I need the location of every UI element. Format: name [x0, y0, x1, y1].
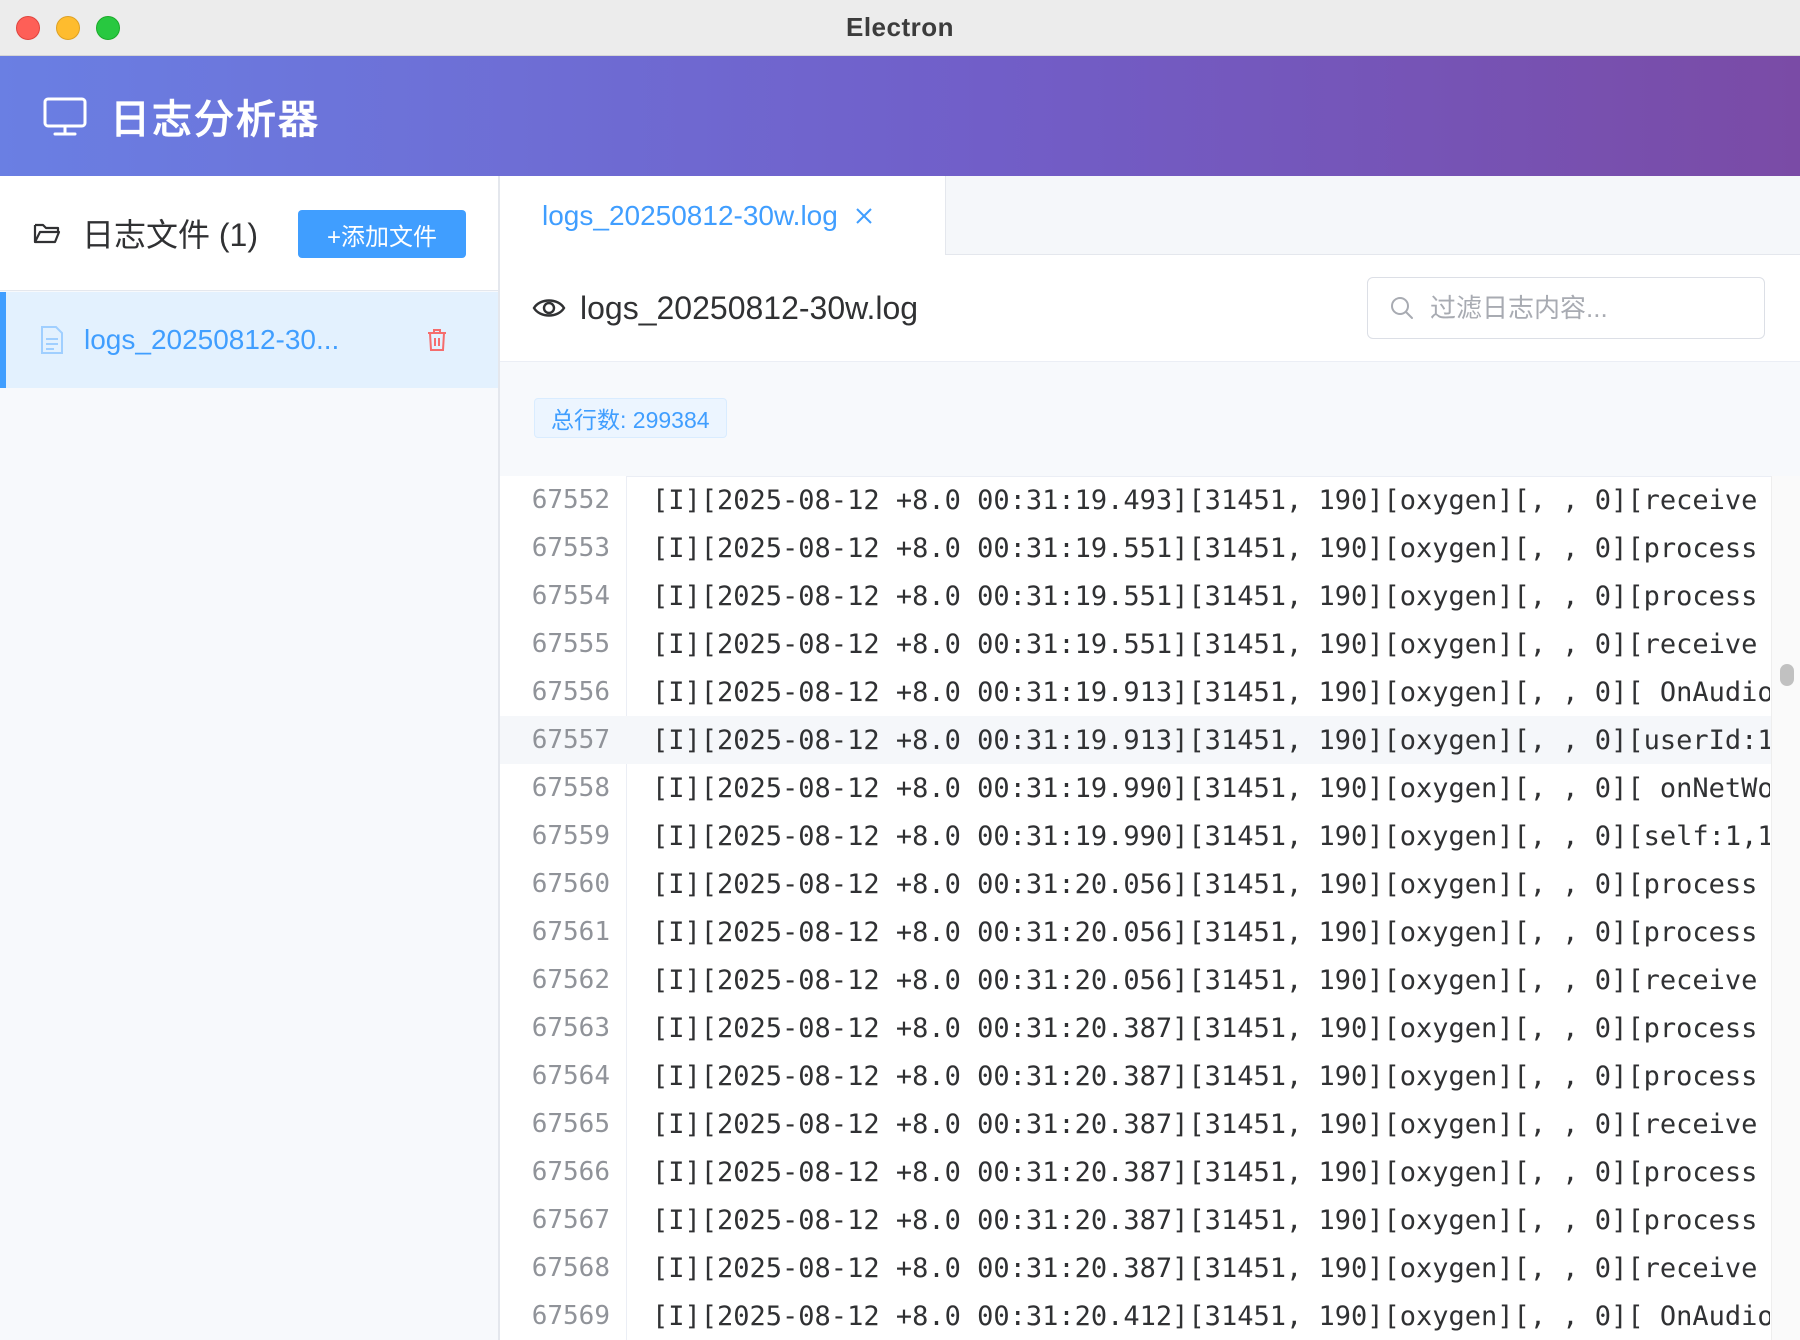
line-number: 67568	[531, 1253, 610, 1283]
app-header: 日志分析器	[0, 56, 1800, 176]
log-line[interactable]: 67565 [I][2025-08-12 +8.0 00:31:20.387][3…	[500, 1100, 1800, 1148]
line-number: 67562	[531, 965, 610, 995]
log-line[interactable]: 67568 [I][2025-08-12 +8.0 00:31:20.387][3…	[500, 1244, 1800, 1292]
line-number: 67557	[531, 725, 610, 755]
log-line-text: [I][2025-08-12 +8.0 00:31:19.551][31451,…	[652, 628, 1770, 660]
tab-log-file[interactable]: logs_20250812-30w.log	[500, 176, 946, 255]
log-line[interactable]: 67552 [I][2025-08-12 +8.0 00:31:19.493][3…	[500, 476, 1800, 524]
eye-icon	[532, 299, 566, 317]
log-line[interactable]: 67562 [I][2025-08-12 +8.0 00:31:20.056][3…	[500, 956, 1800, 1004]
log-line[interactable]: 67564 [I][2025-08-12 +8.0 00:31:20.387][3…	[500, 1052, 1800, 1100]
log-line[interactable]: 67559 [I][2025-08-12 +8.0 00:31:19.990][3…	[500, 812, 1800, 860]
vertical-scrollbar[interactable]	[1771, 476, 1800, 1340]
main-panel: logs_20250812-30w.log logs_20250812-30w.…	[500, 176, 1800, 1340]
log-line-text: [I][2025-08-12 +8.0 00:31:20.387][31451,…	[652, 1060, 1770, 1092]
scrollbar-thumb[interactable]	[1780, 664, 1794, 686]
log-line[interactable]: 67557 [I][2025-08-12 +8.0 00:31:19.913][3…	[500, 716, 1800, 764]
log-line-text: [I][2025-08-12 +8.0 00:31:20.387][31451,…	[652, 1204, 1770, 1236]
line-number: 67561	[531, 917, 610, 947]
log-line[interactable]: 67567 [I][2025-08-12 +8.0 00:31:20.387][3…	[500, 1196, 1800, 1244]
log-line-text: [I][2025-08-12 +8.0 00:31:20.056][31451,…	[652, 868, 1770, 900]
log-line-text: [I][2025-08-12 +8.0 00:31:19.493][31451,…	[652, 484, 1770, 516]
line-number: 67567	[531, 1205, 610, 1235]
log-line[interactable]: 67563 [I][2025-08-12 +8.0 00:31:20.387][3…	[500, 1004, 1800, 1052]
folder-open-icon	[33, 223, 61, 244]
sidebar-header: 日志文件 (1) +添加文件	[0, 176, 498, 291]
search-icon	[1391, 297, 1413, 319]
line-number: 67556	[531, 677, 610, 707]
file-name: logs_20250812-30...	[84, 324, 340, 355]
close-tab-icon[interactable]	[854, 206, 874, 226]
line-number: 67560	[531, 869, 610, 899]
close-window-button[interactable]	[16, 16, 40, 40]
sidebar: 日志文件 (1) +添加文件 logs_20250812-30...	[0, 176, 500, 1340]
log-line-text: [I][2025-08-12 +8.0 00:31:20.387][31451,…	[652, 1108, 1770, 1140]
log-line[interactable]: 67561 [I][2025-08-12 +8.0 00:31:20.056][3…	[500, 908, 1800, 956]
log-line-text: [I][2025-08-12 +8.0 00:31:20.412][31451,…	[652, 1300, 1770, 1332]
title-bar: Electron	[0, 0, 1800, 56]
sidebar-title: 日志文件 (1)	[82, 217, 259, 253]
log-line-text: [I][2025-08-12 +8.0 00:31:20.387][31451,…	[652, 1156, 1770, 1188]
line-number: 67554	[531, 581, 610, 611]
line-number: 67553	[531, 533, 610, 563]
filter-input[interactable]	[1428, 291, 1752, 325]
line-number: 67558	[531, 773, 610, 803]
log-line-text: [I][2025-08-12 +8.0 00:31:19.913][31451,…	[652, 724, 1770, 756]
log-line[interactable]: 67560 [I][2025-08-12 +8.0 00:31:20.056][3…	[500, 860, 1800, 908]
window-title: Electron	[845, 12, 955, 42]
document-icon	[41, 326, 63, 354]
line-number: 67569	[531, 1301, 610, 1331]
log-rows: 67552 [I][2025-08-12 +8.0 00:31:19.493][3…	[500, 476, 1800, 1340]
total-lines-badge: 总行数: 299384	[534, 398, 727, 438]
log-line-text: [I][2025-08-12 +8.0 00:31:19.551][31451,…	[652, 580, 1770, 612]
log-line-text: [I][2025-08-12 +8.0 00:31:19.990][31451,…	[652, 820, 1770, 852]
log-line[interactable]: 67569 [I][2025-08-12 +8.0 00:31:20.412][3…	[500, 1292, 1800, 1340]
log-line[interactable]: 67553 [I][2025-08-12 +8.0 00:31:19.551][3…	[500, 524, 1800, 572]
line-number: 67559	[531, 821, 610, 851]
log-line[interactable]: 67566 [I][2025-08-12 +8.0 00:31:20.387][3…	[500, 1148, 1800, 1196]
tab-bar: logs_20250812-30w.log	[500, 176, 1800, 255]
file-list-item[interactable]: logs_20250812-30...	[0, 292, 498, 388]
line-number: 67564	[531, 1061, 610, 1091]
log-line-text: [I][2025-08-12 +8.0 00:31:19.913][31451,…	[652, 676, 1770, 708]
log-line-text: [I][2025-08-12 +8.0 00:31:19.990][31451,…	[652, 772, 1770, 804]
monitor-icon	[43, 97, 87, 136]
line-number: 67566	[531, 1157, 610, 1187]
viewer-title: logs_20250812-30w.log	[580, 289, 919, 326]
log-line-text: [I][2025-08-12 +8.0 00:31:20.056][31451,…	[652, 964, 1770, 996]
log-line[interactable]: 67555 [I][2025-08-12 +8.0 00:31:19.551][3…	[500, 620, 1800, 668]
log-list[interactable]: 67552 [I][2025-08-12 +8.0 00:31:19.493][3…	[500, 476, 1800, 1340]
app-window: Electron 日志分析器 日志文件 (1) +添加文件 logs_20250…	[0, 0, 1800, 1340]
line-number: 67552	[531, 485, 610, 515]
log-line[interactable]: 67558 [I][2025-08-12 +8.0 00:31:19.990][3…	[500, 764, 1800, 812]
log-line[interactable]: 67554 [I][2025-08-12 +8.0 00:31:19.551][3…	[500, 572, 1800, 620]
minimize-window-button[interactable]	[56, 16, 80, 40]
log-line-text: [I][2025-08-12 +8.0 00:31:20.387][31451,…	[652, 1252, 1770, 1284]
line-number: 67555	[531, 629, 610, 659]
delete-file-icon[interactable]	[426, 328, 448, 352]
stats-bar: 总行数: 299384	[500, 362, 1800, 477]
window-controls	[16, 16, 120, 40]
log-line-text: [I][2025-08-12 +8.0 00:31:20.056][31451,…	[652, 916, 1770, 948]
line-number: 67563	[531, 1013, 610, 1043]
log-line[interactable]: 67556 [I][2025-08-12 +8.0 00:31:19.913][3…	[500, 668, 1800, 716]
log-line-text: [I][2025-08-12 +8.0 00:31:20.387][31451,…	[652, 1012, 1770, 1044]
app-title: 日志分析器	[110, 98, 320, 142]
tab-label: logs_20250812-30w.log	[542, 199, 838, 231]
viewer-header: logs_20250812-30w.log	[500, 255, 1800, 362]
filter-field[interactable]	[1367, 277, 1765, 339]
line-number: 67565	[531, 1109, 610, 1139]
maximize-window-button[interactable]	[96, 16, 120, 40]
add-file-button[interactable]: +添加文件	[298, 210, 466, 258]
log-line-text: [I][2025-08-12 +8.0 00:31:19.551][31451,…	[652, 532, 1770, 564]
